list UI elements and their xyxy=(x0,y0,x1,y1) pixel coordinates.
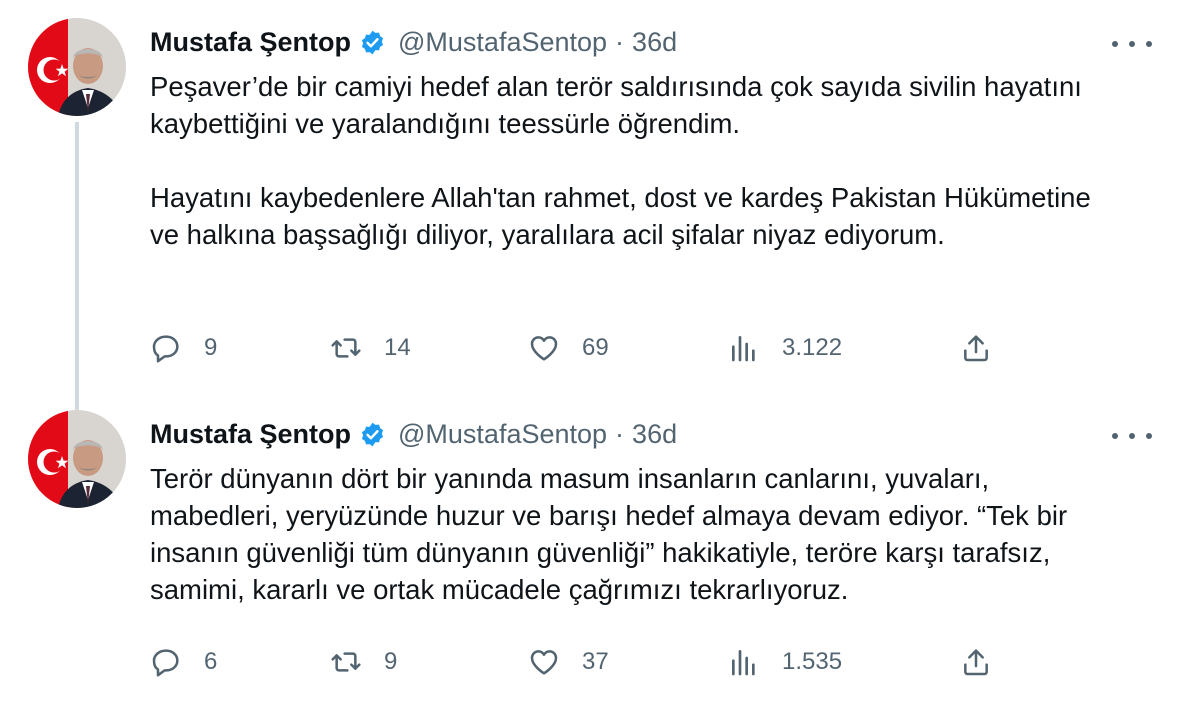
retweet-count: 9 xyxy=(384,648,398,675)
reply-count: 9 xyxy=(204,334,218,361)
views-button[interactable]: 1.535 xyxy=(728,642,842,682)
tweet-actions: 9 14 69 3.122 xyxy=(150,328,1030,368)
tweet-paragraph: Hayatını kaybedenlere Allah'tan rahmet, … xyxy=(150,182,1091,250)
author-name[interactable]: Mustafa Şentop xyxy=(150,419,351,450)
tweet[interactable]: Mustafa Şentop @MustafaSentop · 36d Peşa… xyxy=(0,0,1200,412)
tweet-time[interactable]: 36d xyxy=(632,419,677,450)
tweet-time[interactable]: 36d xyxy=(632,27,677,58)
views-chart-icon xyxy=(732,336,755,362)
share-button[interactable] xyxy=(960,642,992,682)
author-handle[interactable]: @MustafaSentop xyxy=(398,27,607,58)
more-options-icon[interactable] xyxy=(1112,32,1152,56)
heart-icon xyxy=(530,336,558,361)
avatar[interactable] xyxy=(28,410,126,508)
more-options-icon[interactable] xyxy=(1112,424,1152,448)
views-button[interactable]: 3.122 xyxy=(728,328,842,368)
share-button[interactable] xyxy=(960,328,992,368)
retweet-button[interactable]: 14 xyxy=(330,328,411,368)
avatar[interactable] xyxy=(28,18,126,116)
reply-icon xyxy=(152,335,179,363)
avatar-photo xyxy=(28,410,126,508)
author-handle[interactable]: @MustafaSentop xyxy=(398,419,607,450)
retweet-icon xyxy=(331,652,361,672)
separator-dot: · xyxy=(615,26,625,57)
like-button[interactable]: 37 xyxy=(528,642,609,682)
tweet-actions: 6 9 37 1.535 xyxy=(150,642,1030,682)
retweet-icon xyxy=(331,338,361,358)
author-name[interactable]: Mustafa Şentop xyxy=(150,27,351,58)
tweet-header: Mustafa Şentop @MustafaSentop · 36d xyxy=(150,24,677,60)
tweet-paragraph: Peşaver’de bir camiyi hedef alan terör s… xyxy=(150,71,1082,139)
views-count: 3.122 xyxy=(782,334,843,361)
views-chart-icon xyxy=(732,650,755,676)
separator-dot: · xyxy=(615,418,625,449)
tweet[interactable]: Mustafa Şentop @MustafaSentop · 36d Terö… xyxy=(0,392,1200,704)
tweet-text: Peşaver’de bir camiyi hedef alan terör s… xyxy=(150,68,1110,253)
verified-badge-icon xyxy=(361,30,384,54)
retweet-button[interactable]: 9 xyxy=(330,642,397,682)
reply-button[interactable]: 9 xyxy=(150,328,217,368)
tweet-paragraph: Terör dünyanın dört bir yanında masum in… xyxy=(150,463,1068,605)
tweet-header: Mustafa Şentop @MustafaSentop · 36d xyxy=(150,416,677,452)
reply-icon xyxy=(152,649,179,677)
like-button[interactable]: 69 xyxy=(528,328,609,368)
verified-badge-icon xyxy=(361,422,384,446)
like-count: 37 xyxy=(582,648,609,675)
heart-icon xyxy=(530,650,558,675)
share-icon xyxy=(964,335,988,362)
thread-line xyxy=(75,122,79,412)
share-icon xyxy=(964,649,988,676)
avatar-photo xyxy=(28,18,126,116)
reply-count: 6 xyxy=(204,648,218,675)
retweet-count: 14 xyxy=(384,334,411,361)
reply-button[interactable]: 6 xyxy=(150,642,217,682)
views-count: 1.535 xyxy=(782,648,843,675)
tweet-text: Terör dünyanın dört bir yanında masum in… xyxy=(150,460,1110,608)
like-count: 69 xyxy=(582,334,609,361)
